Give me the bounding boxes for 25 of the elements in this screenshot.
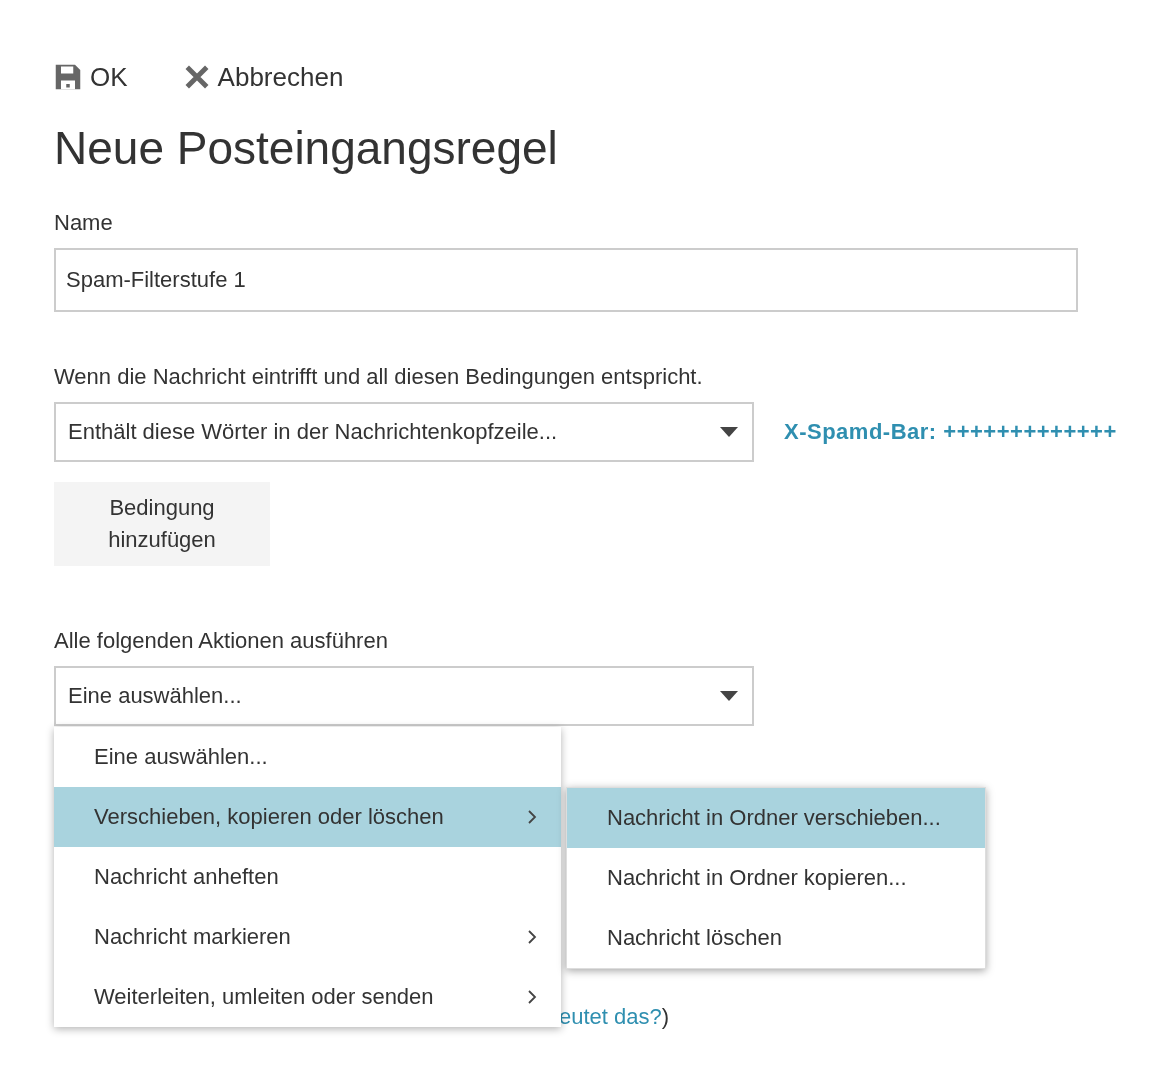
name-input[interactable]: Spam-Filterstufe 1 — [54, 248, 1078, 312]
page-title: Neue Posteingangsregel — [54, 121, 559, 176]
header-link[interactable]: X-Spamd-Bar: +++++++++++++ — [784, 419, 1117, 445]
add-condition-button[interactable]: Bedingung hinzufügen — [54, 482, 270, 566]
menu-item[interactable]: Nachricht löschen — [567, 908, 985, 968]
menu-item[interactable]: Nachricht anheften — [54, 847, 561, 907]
menu-item[interactable]: Nachricht in Ordner kopieren... — [567, 848, 985, 908]
save-icon — [54, 63, 82, 91]
field-label: Name — [54, 209, 114, 237]
menu-item[interactable]: Eine auswählen... — [54, 727, 561, 787]
dropdown[interactable]: Eine auswählen... — [54, 666, 754, 726]
menu-item[interactable]: Verschieben, kopieren oder löschen — [54, 787, 561, 847]
menu-item[interactable]: Weiterleiten, umleiten oder senden — [54, 967, 561, 1027]
menu-item[interactable]: Nachricht markieren — [54, 907, 561, 967]
help-link[interactable]: eutet das? — [559, 1004, 662, 1030]
cancel-button[interactable]: Abbrechen — [183, 61, 344, 93]
caret-icon — [720, 691, 738, 701]
dropdown[interactable]: Enthält diese Wörter in der Nachrichtenkopfzeile... — [54, 402, 754, 462]
close-icon — [183, 64, 210, 90]
ok-button[interactable]: OK — [54, 61, 128, 93]
menu-item[interactable]: Nachricht in Ordner verschieben... — [567, 788, 985, 848]
field-label: Wenn die Nachricht eintrifft und all diesen Bedingungen entspricht. — [54, 363, 704, 391]
caret-icon — [720, 427, 738, 437]
field-label: Alle folgenden Aktionen ausführen — [54, 627, 389, 655]
parenthesis-text: ) — [661, 1004, 670, 1030]
